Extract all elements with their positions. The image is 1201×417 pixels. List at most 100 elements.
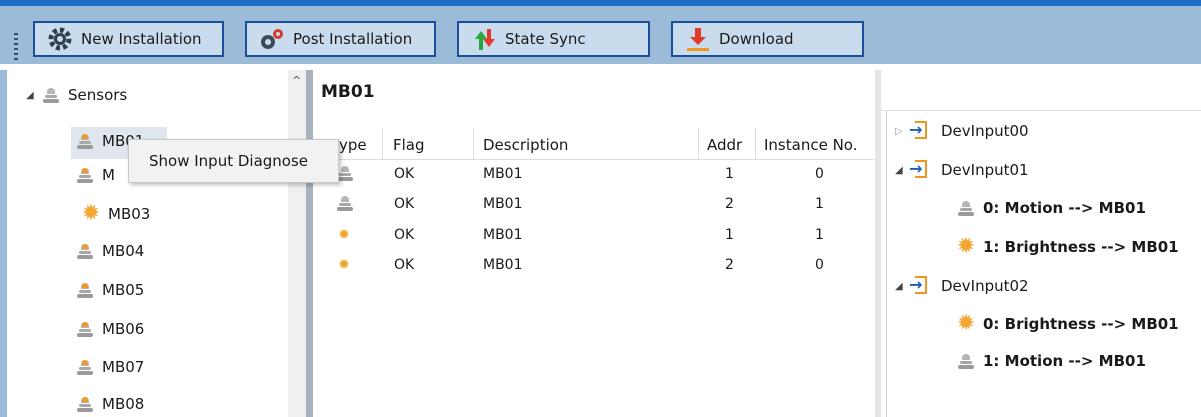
motion-sensor-icon [74, 242, 96, 260]
cell-flag: OK [394, 257, 415, 273]
new-installation-button[interactable]: New Installation [33, 21, 224, 57]
device-input-icon: → [909, 275, 931, 297]
cell-description: MB01 [483, 227, 523, 243]
new-installation-label: New Installation [81, 30, 202, 48]
cell-addr: 1 [725, 227, 734, 243]
sensor-item-mb03[interactable]: ✹ MB03 [80, 201, 151, 226]
device-node-label: DevInput00 [941, 122, 1029, 140]
sensor-item-label: MB07 [102, 358, 145, 376]
sensor-item-mb07[interactable]: MB07 [74, 358, 144, 376]
cell-instance: 1 [815, 227, 824, 243]
column-separator[interactable] [755, 128, 756, 159]
sensor-item-label: MB05 [102, 281, 145, 299]
state-sync-button[interactable]: State Sync [457, 21, 650, 57]
column-header-description[interactable]: Description [483, 136, 568, 154]
download-icon [685, 26, 711, 52]
motion-sensor-icon [74, 132, 96, 150]
cell-instance: 1 [815, 196, 824, 212]
input-mapping-label: 0: Brightness --> MB01 [983, 315, 1179, 333]
cell-description: MB01 [483, 257, 523, 273]
collapse-arrow-icon[interactable]: ◢ [26, 90, 40, 101]
tree-node-sensors[interactable]: ◢ Sensors [26, 86, 127, 104]
table-row[interactable]: ✹ OK MB01 1 1 [313, 224, 880, 246]
device-node-devinput01[interactable]: ◢ → DevInput01 [895, 159, 1029, 181]
column-separator[interactable] [382, 128, 383, 159]
motion-sensor-icon [40, 86, 62, 104]
column-header-instance[interactable]: Instance No. [764, 136, 857, 154]
cell-description: MB01 [483, 166, 523, 182]
input-mapping-item[interactable]: ✹ 1: Brightness --> MB01 [955, 236, 1179, 258]
download-label: Download [719, 30, 794, 48]
brightness-sun-icon: ✹ [956, 234, 976, 259]
cell-flag: OK [394, 227, 415, 243]
left-edge-bar [0, 70, 7, 417]
scroll-up-icon[interactable]: ^ [292, 74, 301, 87]
post-installation-button[interactable]: Post Installation [245, 21, 436, 57]
motion-sensor-icon [334, 194, 356, 212]
device-node-label: DevInput02 [941, 277, 1029, 295]
sensor-item-label: MB08 [102, 395, 145, 413]
cell-description: MB01 [483, 196, 523, 212]
cell-addr: 2 [725, 196, 734, 212]
cell-instance: 0 [815, 257, 824, 273]
sensor-item-mb04[interactable]: MB04 [74, 242, 144, 260]
motion-sensor-icon [74, 320, 96, 338]
brightness-sun-icon: ✹ [81, 201, 101, 226]
device-node-label: DevInput01 [941, 161, 1029, 179]
input-mapping-label: 1: Motion --> MB01 [983, 352, 1146, 370]
table-row[interactable]: ✹ OK MB01 2 0 [313, 254, 880, 276]
sensor-item-label: M [102, 166, 115, 184]
sync-arrows-icon [471, 26, 497, 52]
download-button[interactable]: Download [671, 21, 864, 57]
table-row[interactable]: OK MB01 2 1 [313, 193, 880, 215]
collapse-arrow-icon[interactable]: ◢ [895, 165, 909, 176]
toolbar-grip[interactable] [14, 33, 18, 63]
gear-icon [47, 26, 73, 52]
collapse-arrow-icon[interactable]: ◢ [895, 281, 909, 292]
cell-addr: 1 [725, 166, 734, 182]
pane-border [886, 111, 887, 417]
cell-flag: OK [394, 196, 415, 212]
brightness-sun-icon: ✹ [956, 311, 976, 336]
input-mapping-item[interactable]: 1: Motion --> MB01 [955, 352, 1146, 370]
sensor-item-label: MB03 [108, 205, 151, 223]
input-mapping-item[interactable]: ✹ 0: Brightness --> MB01 [955, 313, 1179, 335]
sensor-item-mb02[interactable]: M [74, 166, 115, 184]
device-input-icon: → [909, 120, 931, 142]
brightness-sun-icon: ✹ [338, 257, 350, 273]
input-mapping-item[interactable]: 0: Motion --> MB01 [955, 199, 1146, 217]
show-input-diagnose-menu-item[interactable]: Show Input Diagnose [149, 152, 308, 170]
motion-sensor-icon [955, 199, 977, 217]
column-separator[interactable] [473, 128, 474, 159]
post-installation-label: Post Installation [293, 30, 413, 48]
motion-sensor-icon [74, 395, 96, 413]
column-separator[interactable] [698, 128, 699, 159]
column-header-addr[interactable]: Addr [707, 136, 742, 154]
sensor-item-mb05[interactable]: MB05 [74, 281, 144, 299]
table-row[interactable]: OK MB01 1 0 [313, 163, 880, 185]
sensors-scrollbar[interactable]: ^ [288, 70, 306, 417]
cell-flag: OK [394, 166, 415, 182]
sensor-item-label: MB06 [102, 320, 145, 338]
sensors-tree-pane [7, 70, 311, 417]
context-menu: Show Input Diagnose [128, 139, 339, 183]
pane-splitter[interactable] [306, 70, 313, 417]
sensor-item-mb08[interactable]: MB08 [74, 395, 144, 413]
input-mapping-label: 1: Brightness --> MB01 [983, 238, 1179, 256]
motion-sensor-icon [74, 358, 96, 376]
column-header-type[interactable]: ype [339, 136, 367, 154]
sensor-item-label: MB04 [102, 242, 145, 260]
motion-sensor-icon [74, 166, 96, 184]
cell-addr: 2 [725, 257, 734, 273]
device-inputs-header [881, 70, 1201, 111]
column-header-flag[interactable]: Flag [393, 136, 425, 154]
motion-sensor-icon [955, 352, 977, 370]
cell-instance: 0 [815, 166, 824, 182]
sensor-item-mb06[interactable]: MB06 [74, 320, 144, 338]
gears-icon [259, 26, 285, 52]
device-node-devinput02[interactable]: ◢ → DevInput02 [895, 275, 1029, 297]
device-node-devinput00[interactable]: ▷ → DevInput00 [895, 120, 1029, 142]
input-mapping-label: 0: Motion --> MB01 [983, 199, 1146, 217]
brightness-sun-icon: ✹ [338, 227, 350, 243]
expand-arrow-icon[interactable]: ▷ [895, 126, 909, 137]
